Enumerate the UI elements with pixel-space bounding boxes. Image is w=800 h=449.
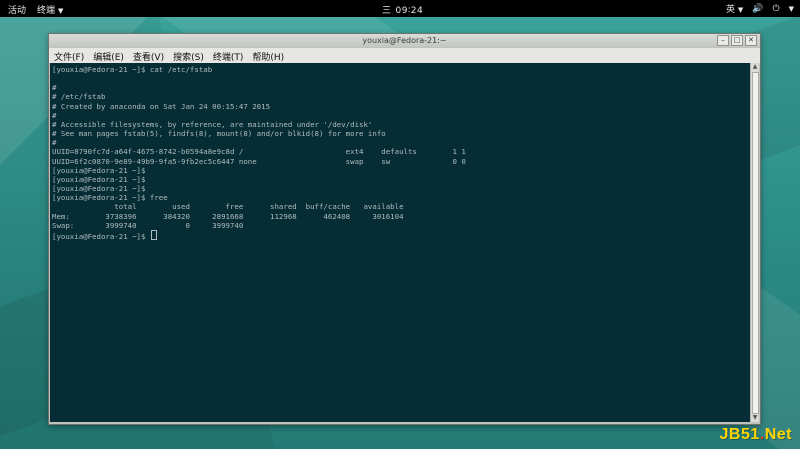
menu-help[interactable]: 帮助(H) <box>247 48 288 63</box>
menu-edit[interactable]: 编辑(E) <box>88 48 128 63</box>
terminal-line: [youxia@Fedora-21 ~]$ cat /etc/fstab <box>52 65 213 74</box>
scroll-up-icon[interactable]: ▲ <box>751 63 759 71</box>
window-title: youxia@Fedora-21:~ <box>362 36 447 45</box>
terminal-line: # Accessible filesystems, by reference, … <box>52 119 373 129</box>
scroll-down-icon[interactable]: ▼ <box>751 414 759 422</box>
input-method-label: 英 <box>725 5 735 15</box>
site-watermark: JB51.Net <box>720 426 792 444</box>
menu-view[interactable]: 查看(V) <box>128 48 168 63</box>
close-button[interactable]: ✕ <box>745 35 757 46</box>
menu-terminal[interactable]: 终端(T) <box>208 48 248 63</box>
minimize-button[interactable]: – <box>717 35 729 46</box>
terminal-line: [youxia@Fedora-21 ~]$ free <box>52 193 168 203</box>
terminal-line: # /etc/fstab <box>52 92 106 102</box>
input-method-indicator[interactable]: 英 ▼ <box>726 2 743 15</box>
terminal-line: Swap: 3999740 0 3999740 <box>52 220 244 230</box>
terminal-line: [youxia@Fedora-21 ~]$ <box>52 174 146 184</box>
app-menu-label: 终端 <box>37 6 56 16</box>
watermark-right: Net <box>764 426 792 443</box>
terminal-line: total used free shared buff/cache availa… <box>52 202 404 212</box>
terminal-line: UUID=8790fc7d-a64f-4675-8742-b0594a8e9c8… <box>52 147 466 157</box>
system-tray: 英 ▼ 🔊 ⏻ ▼ <box>726 2 794 16</box>
clock-prefix: 三 <box>382 6 392 16</box>
chevron-down-icon: ▼ <box>58 7 64 15</box>
terminal-prompt: [youxia@Fedora-21 ~]$ <box>52 231 150 241</box>
terminal-output[interactable]: [youxia@Fedora-21 ~]$ cat /etc/fstab # #… <box>50 63 750 422</box>
terminal-line: [youxia@Fedora-21 ~]$ <box>52 165 146 175</box>
clock[interactable]: 三 09∶24 <box>382 3 423 16</box>
maximize-button[interactable]: □ <box>731 35 743 46</box>
top-bar: 活动 终端 ▼ 三 09∶24 英 ▼ 🔊 ⏻ ▼ <box>0 0 800 17</box>
terminal-text: [youxia@Fedora-21 ~]$ cat /etc/fstab # #… <box>50 63 750 241</box>
scrollbar[interactable]: ▲ ▼ <box>750 63 759 422</box>
power-icon[interactable]: ⏻ <box>772 4 779 14</box>
volume-icon[interactable]: 🔊 <box>752 4 763 14</box>
terminal-line: Mem: 3738396 384320 2891668 112968 46240… <box>52 211 404 221</box>
chevron-down-icon[interactable]: ▼ <box>789 5 794 13</box>
app-menu[interactable]: 终端 ▼ <box>37 3 63 16</box>
window-titlebar[interactable]: youxia@Fedora-21:~ – □ ✕ <box>49 34 760 47</box>
watermark-left: JB51 <box>719 426 760 443</box>
menu-search[interactable]: 搜索(S) <box>168 48 208 63</box>
terminal-window: youxia@Fedora-21:~ – □ ✕ 文件(F) 编辑(E) 查看(… <box>48 33 761 425</box>
terminal-line: # <box>52 83 57 93</box>
terminal-line: [youxia@Fedora-21 ~]$ <box>52 184 146 194</box>
chevron-down-icon: ▼ <box>737 6 744 14</box>
menu-bar: 文件(F) 编辑(E) 查看(V) 搜索(S) 终端(T) 帮助(H) <box>49 48 760 63</box>
terminal-line: # See man pages fstab(5), findfs(8), mou… <box>52 129 386 139</box>
terminal-cursor <box>150 229 157 240</box>
clock-time: 09∶24 <box>395 6 424 16</box>
window-controls: – □ ✕ <box>717 35 757 46</box>
terminal-line: # <box>52 110 57 120</box>
activities-button[interactable]: 活动 <box>8 3 26 16</box>
terminal-line: # Created by anaconda on Sat Jan 24 00:1… <box>52 101 271 111</box>
scrollbar-thumb[interactable] <box>752 72 759 414</box>
menu-file[interactable]: 文件(F) <box>49 48 88 63</box>
terminal-line: # <box>52 138 57 148</box>
terminal-line: UUID=6f2c0870-9e89-49b9-9fa5-9fb2ec5c644… <box>52 156 466 166</box>
